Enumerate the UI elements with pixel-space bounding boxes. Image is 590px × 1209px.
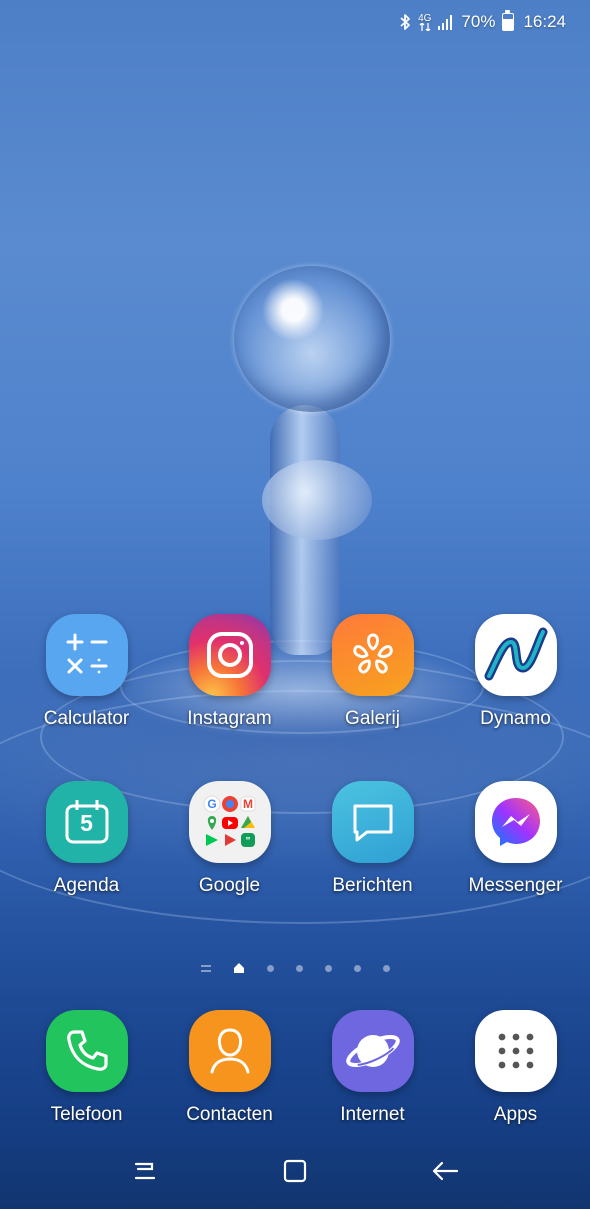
app-label: Calculator [43,708,130,729]
instagram-icon [188,614,271,696]
page-indicator-menu[interactable] [200,964,211,972]
home-button-icon [282,1158,308,1184]
dock: Telefoon Contacten Internet Apps [15,1010,587,1126]
battery-icon [502,10,515,31]
home-page-dot-icon[interactable] [233,962,245,974]
app-galerij[interactable]: Galerij [301,614,444,730]
app-internet[interactable]: Internet [301,1010,444,1126]
app-row-1: Calculator Instagram Galerij Dynamo [15,614,587,730]
app-label: Google [198,875,261,896]
app-calculator[interactable]: Calculator [15,614,158,730]
gallery-flower-icon [331,614,414,696]
app-contacten[interactable]: Contacten [158,1010,301,1126]
app-label: Messenger [468,875,563,896]
back-arrow-icon [431,1160,459,1182]
recents-icon [132,1160,158,1182]
app-messenger[interactable]: Messenger [444,781,587,897]
page-dot[interactable] [295,964,303,972]
wallpaper-water-drop [234,266,390,412]
page-dot[interactable] [266,964,274,972]
page-dot[interactable] [324,964,332,972]
signal-icon [438,14,454,30]
app-row-2: 5 Agenda G M " Google Berichten Messenge… [15,781,587,897]
dynamo-icon [474,614,557,696]
status-bar: 4G 70% 16:24 [0,0,590,44]
phone-icon [45,1010,128,1092]
internet-planet-icon [331,1010,414,1092]
messenger-icon [474,781,557,863]
app-label: Apps [493,1104,538,1125]
page-dot[interactable] [353,964,361,972]
app-telefoon[interactable]: Telefoon [15,1010,158,1126]
app-label: Dynamo [480,708,551,729]
app-label: Telefoon [50,1104,123,1125]
home-button[interactable] [265,1146,325,1196]
wallpaper-water-drop-bulge [262,460,372,540]
svg-text:G: G [207,797,216,811]
app-label: Internet [340,1104,405,1125]
battery-percent: 70% [461,12,496,31]
message-bubble-icon [331,781,414,863]
back-button[interactable] [415,1146,475,1196]
calendar-day: 5 [80,810,93,836]
contacts-person-icon [188,1010,271,1092]
network-type: 4G [418,12,432,24]
svg-text:": " [245,836,250,847]
app-label: Galerij [345,708,400,729]
app-dynamo[interactable]: Dynamo [444,614,587,730]
app-agenda[interactable]: 5 Agenda [15,781,158,897]
app-label: Contacten [186,1104,273,1125]
recents-button[interactable] [115,1146,175,1196]
app-label: Instagram [187,708,272,729]
page-dot[interactable] [382,964,390,972]
app-apps[interactable]: Apps [444,1010,587,1126]
calendar-icon: 5 [45,781,128,863]
app-label: Agenda [53,875,120,896]
svg-text:M: M [243,797,253,811]
app-folder-google[interactable]: G M " Google [158,781,301,897]
app-berichten[interactable]: Berichten [301,781,444,897]
calculator-icon [45,614,128,696]
page-indicator[interactable] [0,962,590,974]
network-4g-icon: 4G [418,12,432,31]
app-instagram[interactable]: Instagram [158,614,301,730]
bluetooth-icon [399,13,411,31]
home-screen: 4G 70% 16:24 Calculator Instagram Galeri… [0,0,590,1209]
apps-grid-icon [474,1010,557,1092]
google-folder-icon: G M " [188,781,271,863]
app-label: Berichten [332,875,413,896]
clock: 16:24 [523,12,566,31]
navigation-bar [0,1133,590,1209]
